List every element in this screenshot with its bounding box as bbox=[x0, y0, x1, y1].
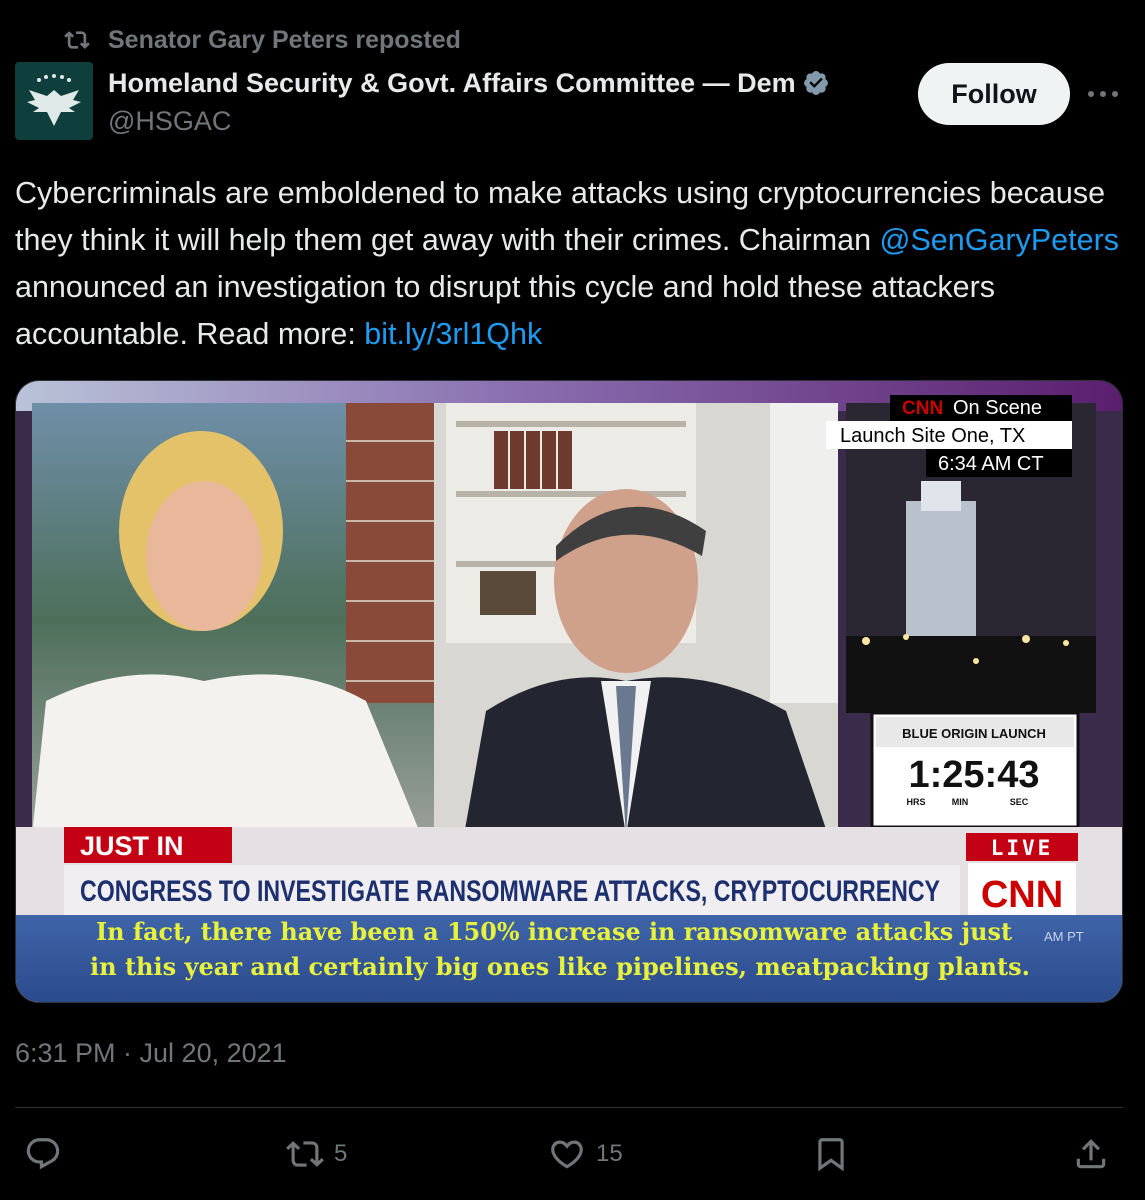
action-bar: 5 15 bbox=[0, 1130, 1145, 1180]
like-count: 15 bbox=[596, 1140, 623, 1167]
reply-button[interactable] bbox=[24, 1130, 72, 1178]
bookmark-button[interactable] bbox=[812, 1130, 850, 1178]
tweet-timestamp[interactable]: 6:31 PM · Jul 20, 2021 bbox=[15, 1038, 287, 1069]
countdown-unit-hrs: HRS bbox=[906, 797, 925, 807]
more-options-icon[interactable] bbox=[1086, 80, 1120, 108]
repost-action-icon bbox=[286, 1141, 324, 1167]
live-badge: LIVE bbox=[991, 836, 1054, 860]
repost-label: Senator Gary Peters reposted bbox=[108, 25, 461, 54]
share-icon bbox=[1076, 1139, 1106, 1169]
verified-badge-icon bbox=[803, 71, 828, 95]
like-button[interactable]: 15 bbox=[548, 1130, 623, 1178]
tweet-text: Cybercriminals are emboldened to make at… bbox=[15, 170, 1130, 358]
just-in-label: JUST IN bbox=[80, 831, 184, 861]
repost-icon bbox=[64, 31, 90, 49]
eagle-seal-icon bbox=[27, 74, 81, 126]
repost-indicator[interactable]: Senator Gary Peters reposted bbox=[62, 24, 461, 56]
reply-icon bbox=[26, 1138, 60, 1170]
repost-count: 5 bbox=[334, 1140, 348, 1167]
author-name-row[interactable]: Homeland Security & Govt. Affairs Commit… bbox=[108, 64, 830, 102]
clock-label: AM PT bbox=[1044, 929, 1084, 944]
follow-button[interactable]: Follow bbox=[918, 63, 1070, 125]
countdown-timer: 1:25:43 bbox=[909, 754, 1040, 796]
bookmark-icon bbox=[818, 1138, 844, 1172]
scene-location: Launch Site One, TX bbox=[840, 425, 1025, 447]
share-button[interactable] bbox=[1072, 1130, 1110, 1178]
video-frame: CNN On Scene Launch Site One, TX 6:34 AM… bbox=[16, 381, 1122, 1002]
mention-link[interactable]: @SenGaryPeters bbox=[880, 223, 1119, 257]
headline: CONGRESS TO INVESTIGATE RANSOMWARE ATTAC… bbox=[80, 875, 940, 908]
author-name[interactable]: Homeland Security & Govt. Affairs Commit… bbox=[108, 68, 796, 99]
divider bbox=[15, 1107, 1123, 1108]
countdown-unit-sec: SEC bbox=[1010, 797, 1029, 807]
repost-button[interactable]: 5 bbox=[286, 1130, 347, 1178]
cnn-tag: CNN bbox=[902, 398, 943, 419]
countdown-unit-min: MIN bbox=[952, 797, 969, 807]
countdown-label: BLUE ORIGIN LAUNCH bbox=[902, 726, 1046, 741]
heart-icon bbox=[551, 1140, 583, 1169]
author-block: Homeland Security & Govt. Affairs Commit… bbox=[108, 64, 830, 137]
scene-time: 6:34 AM CT bbox=[938, 453, 1044, 475]
read-more-link[interactable]: bit.ly/3rl1Qhk bbox=[364, 317, 542, 351]
avatar[interactable] bbox=[15, 62, 93, 140]
caption-line-1: In fact, there have been a 150% increase… bbox=[96, 917, 1012, 946]
caption-line-2: in this year and certainly big ones like… bbox=[90, 952, 1030, 981]
on-scene-label: On Scene bbox=[953, 397, 1042, 419]
author-handle[interactable]: @HSGAC bbox=[108, 106, 830, 137]
network-logo: CNN bbox=[981, 874, 1063, 916]
video-thumbnail[interactable]: CNN On Scene Launch Site One, TX 6:34 AM… bbox=[15, 380, 1123, 1003]
